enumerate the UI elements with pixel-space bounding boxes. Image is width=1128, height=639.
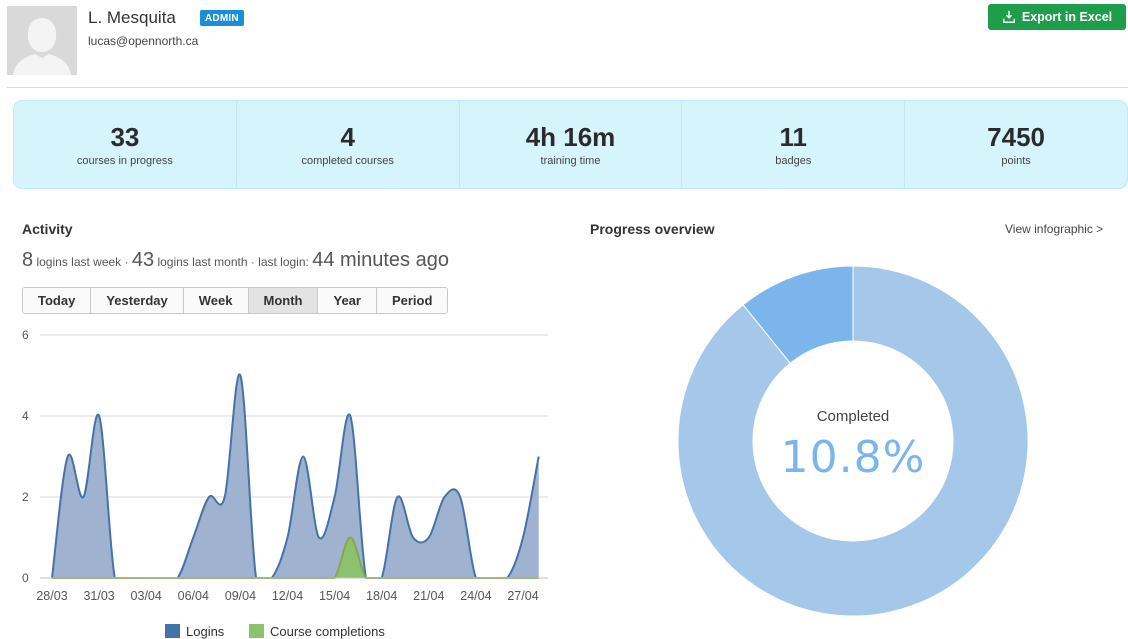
user-name: L. Mesquita — [88, 8, 176, 27]
x-tick-label: 28/03 — [36, 589, 67, 603]
view-infographic-link[interactable]: View infographic > — [1005, 222, 1103, 236]
legend-swatch — [249, 624, 264, 638]
completed-label: Completed — [816, 408, 890, 425]
stat-value: 4 — [340, 122, 355, 152]
tab-month[interactable]: Month — [248, 288, 319, 313]
tab-year[interactable]: Year — [318, 288, 377, 313]
tab-week[interactable]: Week — [183, 288, 249, 313]
x-tick-label: 24/04 — [460, 589, 491, 603]
stat-label: courses in progress — [76, 155, 173, 167]
activity-title: Activity — [22, 221, 73, 237]
legend-label: Logins — [186, 624, 225, 639]
stat-label: badges — [775, 155, 812, 167]
role-badge: ADMIN — [200, 10, 244, 26]
y-tick-label: 0 — [22, 571, 29, 585]
stat-label: points — [1001, 155, 1031, 167]
header-divider — [7, 87, 1128, 88]
stat-label: completed courses — [301, 155, 394, 167]
x-tick-label: 03/04 — [131, 589, 162, 603]
stat-training-time: 4h 16m training time — [460, 101, 683, 188]
legend-swatch — [165, 624, 180, 638]
x-tick-label: 12/04 — [272, 589, 303, 603]
y-tick-label: 6 — [22, 328, 29, 342]
x-tick-label: 27/04 — [507, 589, 538, 603]
stat-completed-courses: 4 completed courses — [237, 101, 460, 188]
stat-value: 7450 — [987, 122, 1045, 152]
y-tick-label: 2 — [22, 490, 29, 504]
x-tick-label: 21/04 — [413, 589, 444, 603]
x-tick-label: 18/04 — [366, 589, 397, 603]
x-tick-label: 31/03 — [83, 589, 114, 603]
tab-period[interactable]: Period — [376, 288, 448, 313]
completed-value: 10.8% — [780, 432, 926, 483]
x-tick-label: 06/04 — [178, 589, 209, 603]
x-tick-label: 09/04 — [225, 589, 256, 603]
stat-value: 4h 16m — [525, 122, 616, 152]
export-excel-button[interactable]: Export in Excel — [988, 4, 1126, 30]
x-tick-label: 15/04 — [319, 589, 350, 603]
legend-course-completions[interactable]: Course completions — [249, 624, 385, 639]
legend-label: Course completions — [270, 624, 385, 639]
user-email: lucas@opennorth.ca — [88, 34, 199, 48]
logins-month-count: 43 — [131, 249, 155, 271]
logins-week-label: logins last week · — [36, 255, 129, 269]
progress-title: Progress overview — [590, 221, 715, 237]
stat-badges: 11 badges — [682, 101, 906, 188]
avatar — [7, 6, 77, 75]
stat-value: 11 — [779, 122, 808, 152]
logins-series-area — [52, 374, 539, 578]
logins-week-count: 8 — [22, 249, 34, 271]
export-label: Export in Excel — [1021, 10, 1113, 24]
stats-panel: 33 courses in progress 4 completed cours… — [13, 100, 1128, 189]
tab-yesterday[interactable]: Yesterday — [91, 288, 184, 313]
tab-today[interactable]: Today — [23, 288, 92, 313]
y-tick-label: 4 — [22, 409, 29, 423]
stat-label: training time — [540, 155, 601, 167]
activity-chart: 0 2 4 6 28/03 31/03 03/04 06/04 09/04 12/04 15/04 1… — [22, 328, 548, 639]
stat-points: 7450 points — [905, 101, 1127, 188]
stat-value: 33 — [110, 122, 140, 152]
legend-logins[interactable]: Logins — [165, 624, 225, 639]
activity-summary: 8 logins last week · 43 logins last mont… — [22, 249, 449, 272]
last-login-value: 44 minutes ago — [312, 249, 449, 271]
export-icon — [1002, 10, 1015, 23]
stat-courses-in-progress: 33 courses in progress — [14, 101, 237, 188]
period-tabs: Today Yesterday Week Month Year Period — [22, 287, 449, 314]
logins-month-label: logins last month · last login: — [157, 255, 309, 269]
